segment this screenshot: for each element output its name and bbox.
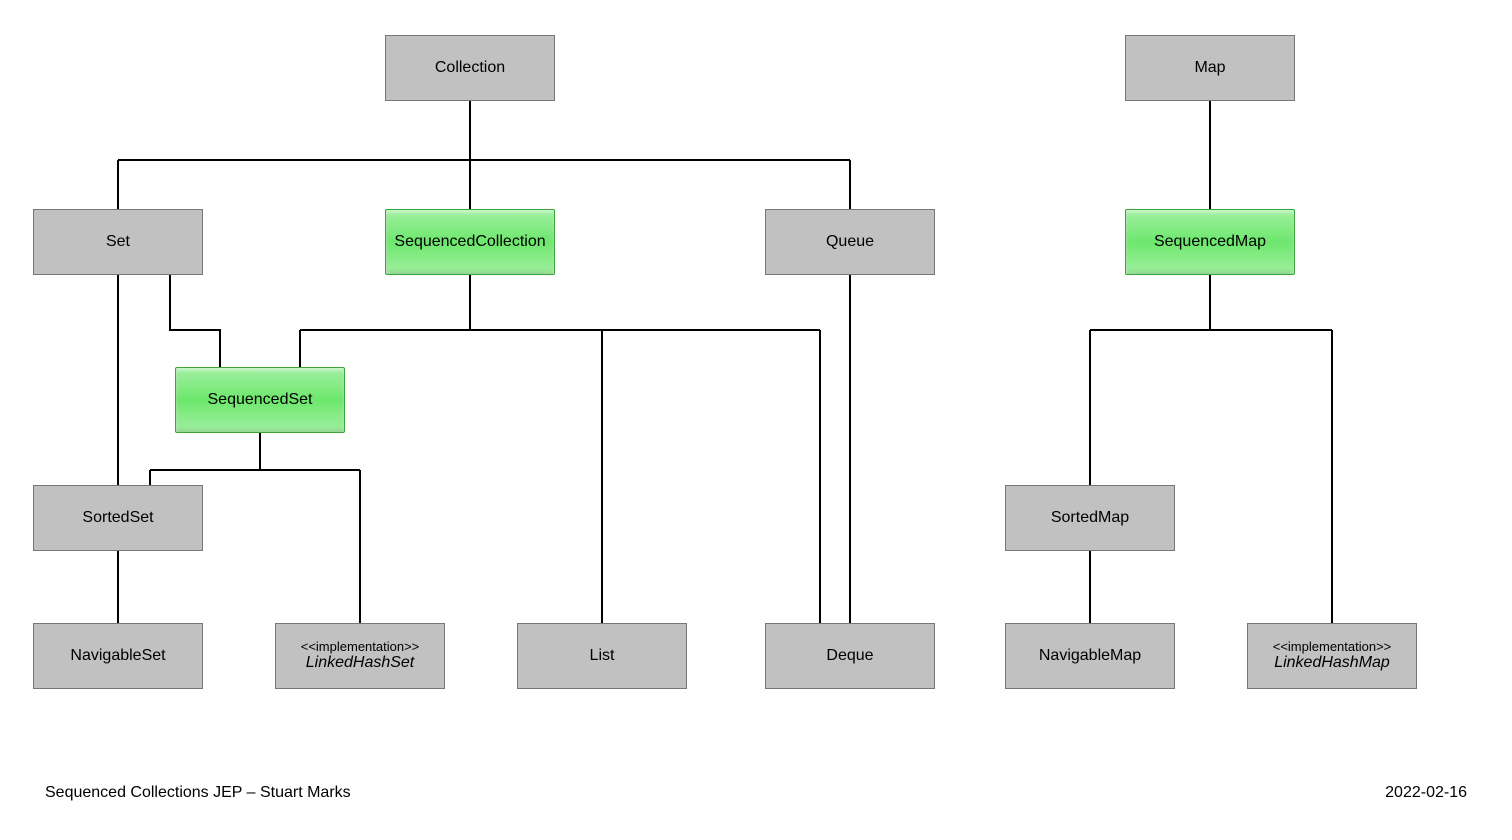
node-sequenced-map: SequencedMap: [1125, 209, 1295, 275]
node-queue: Queue: [765, 209, 935, 275]
node-navigable-map: NavigableMap: [1005, 623, 1175, 689]
node-label: SequencedCollection: [394, 233, 545, 251]
node-linked-hash-set: <<implementation>> LinkedHashSet: [275, 623, 445, 689]
node-sorted-map: SortedMap: [1005, 485, 1175, 551]
node-sequenced-set: SequencedSet: [175, 367, 345, 433]
node-set: Set: [33, 209, 203, 275]
node-navigable-set: NavigableSet: [33, 623, 203, 689]
node-label: NavigableSet: [70, 647, 165, 665]
node-label: SortedSet: [82, 509, 153, 527]
node-sequenced-collection: SequencedCollection: [385, 209, 555, 275]
node-stereo: <<implementation>>: [1273, 640, 1392, 654]
node-label: SortedMap: [1051, 509, 1129, 527]
node-label: NavigableMap: [1039, 647, 1141, 665]
node-label: SequencedMap: [1154, 233, 1266, 251]
node-label: List: [590, 647, 615, 665]
node-label: Map: [1194, 59, 1225, 77]
node-label: Collection: [435, 59, 505, 77]
node-label: LinkedHashSet: [306, 654, 415, 672]
node-map: Map: [1125, 35, 1295, 101]
node-label: Set: [106, 233, 130, 251]
footer-right: 2022-02-16: [1385, 784, 1467, 802]
node-stereo: <<implementation>>: [301, 640, 420, 654]
node-deque: Deque: [765, 623, 935, 689]
footer-left: Sequenced Collections JEP – Stuart Marks: [45, 784, 351, 802]
node-sorted-set: SortedSet: [33, 485, 203, 551]
node-label: SequencedSet: [208, 391, 313, 409]
node-list: List: [517, 623, 687, 689]
node-label: LinkedHashMap: [1274, 654, 1390, 672]
node-label: Queue: [826, 233, 874, 251]
node-linked-hash-map: <<implementation>> LinkedHashMap: [1247, 623, 1417, 689]
node-collection: Collection: [385, 35, 555, 101]
node-label: Deque: [826, 647, 873, 665]
